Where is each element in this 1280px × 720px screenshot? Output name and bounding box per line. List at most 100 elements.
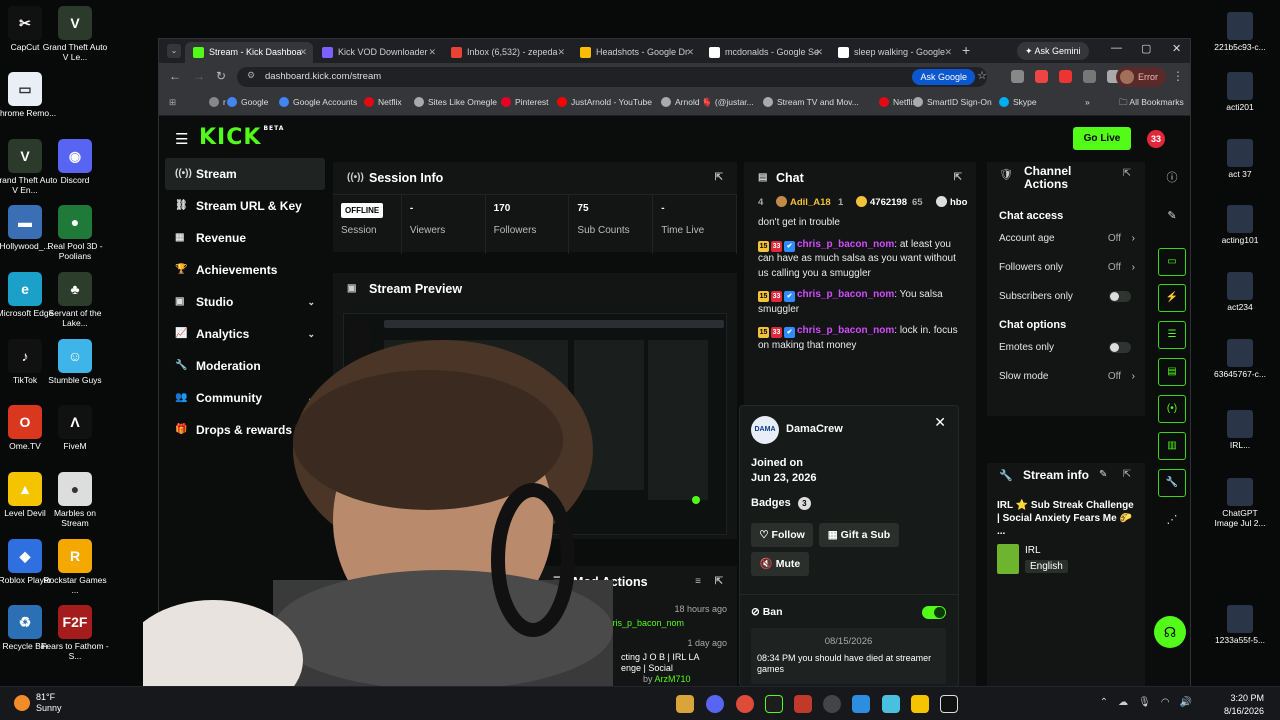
ask-google-button[interactable]: Ask Google (912, 69, 975, 85)
popout-icon[interactable]: ⇱ (954, 162, 962, 194)
close-tab-icon[interactable]: ✕ (428, 42, 436, 63)
tab-search-icon[interactable]: ⌄ (167, 44, 181, 58)
apps-grid-icon[interactable]: ⊞ (169, 97, 176, 108)
close-icon[interactable]: ✕ (934, 414, 946, 431)
go-live-button[interactable]: Go Live (1073, 127, 1131, 150)
menu-kebab-icon[interactable]: ⋮ (1172, 69, 1184, 83)
wifi-icon[interactable]: ◠ (1161, 697, 1170, 708)
chat-setting-emotes-only[interactable]: Emotes only (987, 333, 1145, 362)
chat-username[interactable]: chris_p_bacon_nom (797, 239, 894, 250)
follow-button[interactable]: ♡ Follow (751, 523, 813, 547)
bookmark-item[interactable]: Stream TV and Mov... (763, 97, 859, 107)
leaderboard-user[interactable]: Adil_A18 (790, 197, 831, 208)
user-card-name[interactable]: DamaCrew (786, 423, 843, 435)
lightning-icon[interactable]: ⚡ (1158, 284, 1186, 312)
close-tab-icon[interactable]: ✕ (815, 42, 823, 63)
discord-icon[interactable] (706, 695, 724, 713)
store-icon[interactable] (852, 695, 870, 713)
file-explorer-icon[interactable] (676, 695, 694, 713)
mod-action-user[interactable]: ArzM710 (655, 674, 691, 684)
ask-gemini-button[interactable]: ✦ Ask Gemini (1017, 42, 1089, 60)
ban-toggle[interactable] (922, 606, 946, 619)
sidebar-item-moderation[interactable]: 🔧 Moderation (165, 350, 325, 382)
pencil-icon[interactable]: ✎ (1158, 202, 1186, 230)
sidebar-item-revenue[interactable]: ▦ Revenue (165, 222, 325, 254)
all-bookmarks[interactable]: 🗀 All Bookmarks (1119, 97, 1184, 111)
browser-tab[interactable]: Stream - Kick Dashboa ✕ (185, 42, 313, 63)
extension-icon[interactable] (1035, 70, 1048, 83)
gift-sub-button[interactable]: ▦ Gift a Sub (819, 523, 899, 547)
bookmark-item[interactable]: Sites Like Omegle (414, 97, 497, 107)
extension-icon[interactable] (1083, 70, 1096, 83)
bookmark-item[interactable]: Pinterest (501, 97, 549, 107)
server-icon[interactable]: ▥ (1158, 432, 1186, 460)
desktop-icon[interactable]: Λ FiveM (40, 405, 110, 452)
wrench-icon[interactable]: 🔧 (1158, 469, 1186, 497)
site-info-icon[interactable]: ⚙ (247, 70, 255, 81)
setting-toggle[interactable] (1109, 342, 1131, 353)
maximize-icon[interactable]: ▢ (1141, 42, 1151, 55)
menu-icon[interactable]: ☰ (175, 130, 188, 148)
browser-tab[interactable]: mcdonalds - Google Se ✕ (701, 42, 829, 63)
chat-username[interactable]: chris_p_bacon_nom (797, 325, 894, 336)
chat-setting-subscribers-only[interactable]: Subscribers only (987, 282, 1145, 311)
desktop-icon[interactable]: R Rockstar Games ... (40, 539, 110, 596)
desktop-icon[interactable]: ♣ Servant of the Lake... (40, 272, 110, 329)
info-icon[interactable]: ⓘ (1158, 164, 1186, 192)
chat-setting-slow-mode[interactable]: Slow mode Off › (987, 362, 1145, 391)
app-icon[interactable] (794, 695, 812, 713)
sidebar-item-drops-rewards[interactable]: 🎁 Drops & rewards (165, 414, 325, 446)
clock[interactable]: 3:20 PM 8/16/2026 (1224, 692, 1264, 717)
chrome-icon[interactable] (736, 695, 754, 713)
fivem-icon[interactable] (765, 695, 783, 713)
desktop-icon[interactable]: ● Real Pool 3D - Poolians (40, 205, 110, 262)
chat-setting-account-age[interactable]: Account age Off › (987, 224, 1145, 253)
bookmark-item[interactable]: Google Accounts (279, 97, 357, 107)
app-icon[interactable] (882, 695, 900, 713)
share-icon[interactable]: ⋰ (1158, 506, 1186, 534)
reload-icon[interactable]: ↻ (216, 69, 226, 83)
app-icon[interactable] (823, 695, 841, 713)
notification-badge[interactable]: 33 (1147, 130, 1165, 148)
list-icon[interactable]: ☰ (1158, 321, 1186, 349)
cloud-icon[interactable]: ☁ (1118, 697, 1128, 708)
desktop-icon[interactable]: F2F Fears to Fathom - S... (40, 605, 110, 662)
close-tab-icon[interactable]: ✕ (686, 42, 694, 63)
help-support-icon[interactable]: ☊ (1154, 616, 1186, 648)
mic-icon[interactable]: 🎙 (1138, 697, 1151, 708)
close-tab-icon[interactable]: ✕ (299, 42, 307, 63)
mod-action-user[interactable]: chris_p_bacon_nom (603, 618, 684, 628)
bookmark-item[interactable]: SmartID Sign-On (913, 97, 992, 107)
desktop-icon[interactable]: ▭ Chrome Remo... (0, 72, 60, 119)
desktop-icon[interactable]: ☺ Stumble Guys (40, 339, 110, 386)
close-tab-icon[interactable]: ✕ (944, 42, 952, 63)
profile-error-button[interactable]: Error (1116, 67, 1166, 87)
more-bookmarks-icon[interactable]: » (1085, 97, 1090, 107)
chat-setting-followers-only[interactable]: Followers only Off › (987, 253, 1145, 282)
bookmark-item[interactable]: Netflix (364, 97, 402, 107)
app-icon[interactable] (911, 695, 929, 713)
new-tab-button[interactable]: + (962, 42, 970, 58)
bookmark-item[interactable]: Google (227, 97, 268, 107)
mute-button[interactable]: 🔇 Mute (751, 552, 809, 576)
edit-icon[interactable]: ✎ (1099, 469, 1107, 480)
bookmark-item[interactable]: JustArnold - YouTube (557, 97, 652, 107)
filter-icon[interactable]: ≡ (695, 566, 701, 598)
bookmark-item[interactable]: r (209, 97, 226, 107)
desktop-icon[interactable]: ChatGPT Image Jul 2... (1212, 478, 1268, 529)
bookmark-item[interactable]: Arnold 🫀 (@justar... (661, 97, 754, 108)
capcut-icon[interactable] (940, 695, 958, 713)
extension-icon[interactable] (1059, 70, 1072, 83)
bookmark-item[interactable]: Netflix (879, 97, 917, 107)
sidebar-item-community[interactable]: 👥 Community ⌄ (165, 382, 325, 414)
extension-icon[interactable] (1011, 70, 1024, 83)
kick-logo[interactable]: KICK BETA (199, 125, 284, 150)
minimize-icon[interactable]: — (1111, 42, 1122, 54)
sidebar-item-analytics[interactable]: 📈 Analytics ⌄ (165, 318, 325, 350)
bookmark-star-icon[interactable]: ☆ (977, 69, 987, 82)
leaderboard-user[interactable]: hbo (950, 197, 967, 208)
popout-icon[interactable]: ⇱ (1123, 168, 1131, 179)
desktop-icon[interactable]: VGrand Theft Auto V En... (0, 139, 60, 196)
desktop-icon[interactable]: act234 (1212, 272, 1268, 313)
desktop-icon[interactable]: 221b5c93-c... (1212, 12, 1268, 53)
